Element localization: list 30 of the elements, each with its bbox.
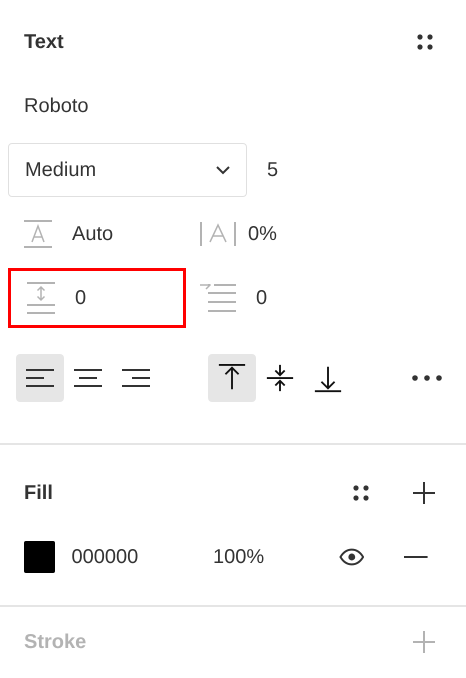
vertical-align-icon: [265, 363, 295, 393]
font-family[interactable]: Roboto: [24, 91, 88, 121]
font-size-value[interactable]: 5: [267, 155, 278, 185]
section-title: Text: [24, 30, 64, 55]
paragraph-spacing-icon: [27, 282, 55, 314]
hex-value[interactable]: 000000: [71, 542, 214, 572]
text-align-icon: [24, 367, 56, 389]
font-weight-dropdown[interactable]: Medium: [8, 143, 247, 197]
color-swatch[interactable]: [24, 541, 56, 573]
plus-icon[interactable]: [412, 481, 436, 505]
drag-handle-icon[interactable]: [416, 33, 434, 51]
section-title: Fill: [24, 481, 53, 506]
letter-spacing-value[interactable]: 0%: [248, 219, 277, 249]
paragraph-indent-icon: [200, 284, 236, 312]
chevron-down-icon: [216, 166, 230, 174]
drag-handle-icon[interactable]: [352, 484, 370, 502]
text-align-icon: [72, 367, 104, 389]
opacity-value[interactable]: 100%: [213, 542, 339, 572]
line-height-icon: [24, 220, 52, 248]
paragraph-indent-value[interactable]: 0: [256, 283, 268, 313]
vertical-align-button[interactable]: [208, 354, 256, 402]
eye-icon[interactable]: [338, 548, 364, 566]
line-height-value[interactable]: Auto: [72, 219, 114, 249]
align-button[interactable]: [16, 354, 64, 402]
more-icon[interactable]: [412, 375, 442, 381]
letter-spacing-icon: [200, 220, 236, 248]
text-align-icon: [120, 367, 152, 389]
minus-icon[interactable]: [404, 555, 428, 559]
section-title: Stroke: [24, 630, 86, 655]
paragraph-spacing-field[interactable]: 0: [8, 268, 186, 328]
